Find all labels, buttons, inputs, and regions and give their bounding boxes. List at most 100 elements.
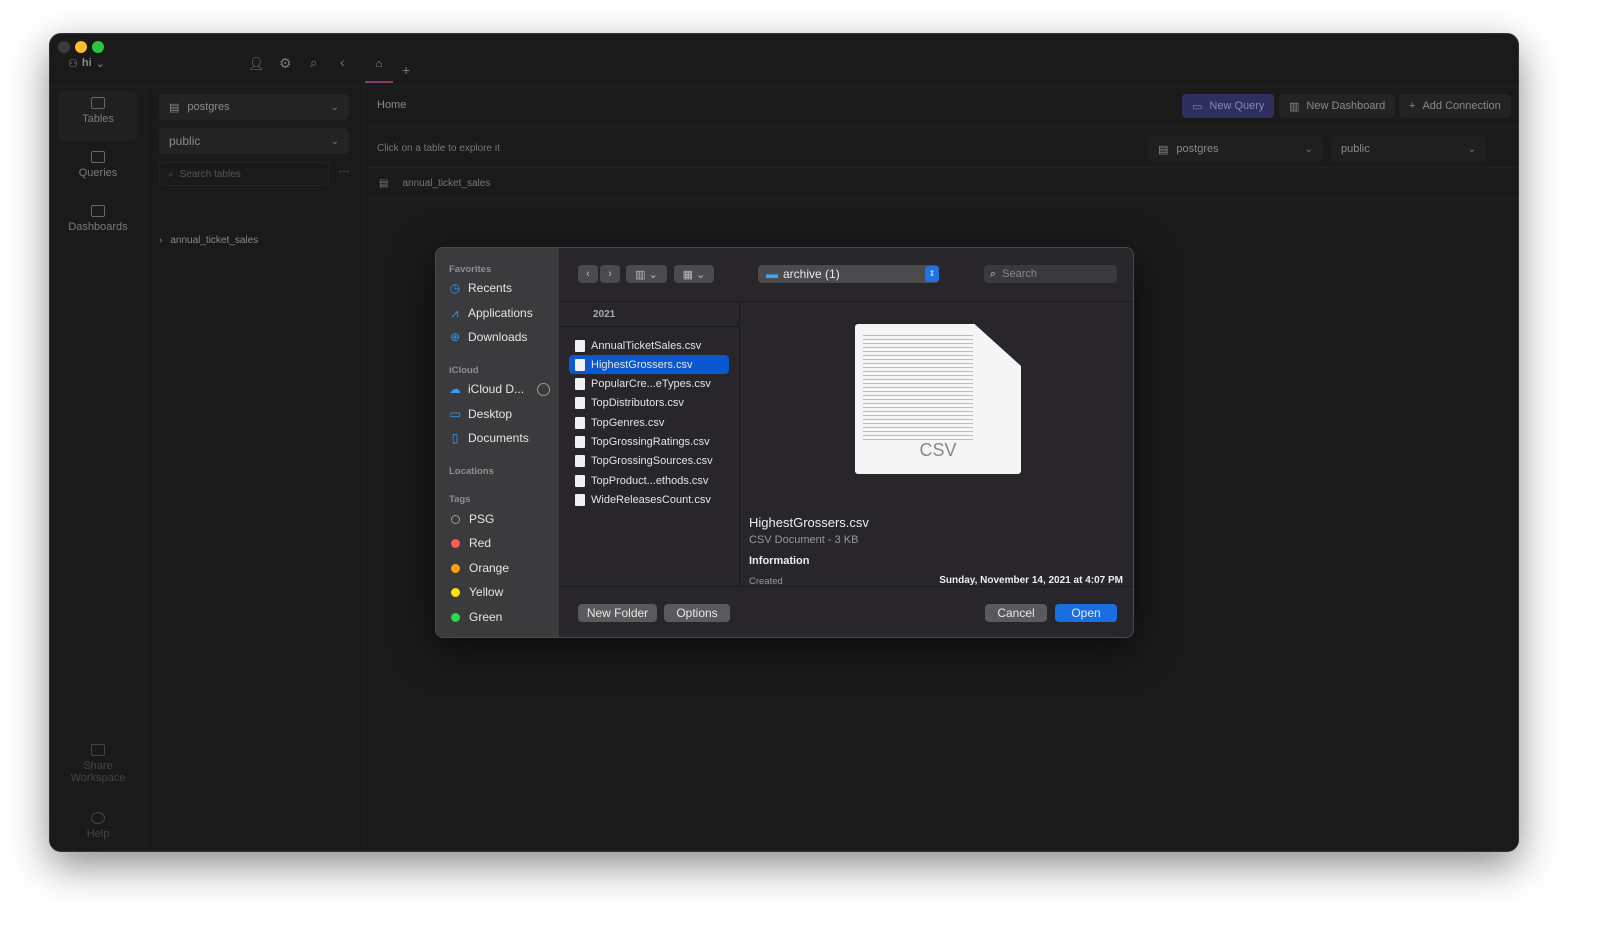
search-icon[interactable]: ⌕ xyxy=(310,55,317,71)
nav-tables[interactable]: Tables xyxy=(58,91,138,141)
tag-yellow[interactable]: Yellow xyxy=(449,583,503,601)
file-item[interactable]: HighestGrossers.csv xyxy=(569,355,729,375)
column-header: 2021 xyxy=(593,309,616,320)
document-icon: ▯ xyxy=(451,431,459,445)
cancel-button[interactable]: Cancel xyxy=(985,604,1047,622)
schema-select[interactable]: public ⌄ xyxy=(159,128,349,154)
explore-hint: Click on a table to explore it xyxy=(377,143,500,154)
new-dashboard-button[interactable]: ▥ New Dashboard xyxy=(1279,94,1396,118)
applications-icon: ⩘ xyxy=(451,305,459,320)
file-item[interactable]: TopProduct...ethods.csv xyxy=(569,471,729,490)
file-item[interactable]: AnnualTicketSales.csv xyxy=(569,336,729,355)
tag-orange[interactable]: Orange xyxy=(449,559,509,577)
database-icon: ▤ xyxy=(1158,143,1169,156)
clock-icon: ◷ xyxy=(449,281,461,295)
chevron-right-icon: › xyxy=(608,268,612,280)
users-icon: ⚇ xyxy=(68,58,78,70)
new-folder-button[interactable]: New Folder xyxy=(578,604,657,622)
tab-home[interactable]: ⌂ xyxy=(365,58,393,83)
file-item[interactable]: TopGenres.csv xyxy=(569,413,729,432)
group-button[interactable]: ▦ ⌄ xyxy=(674,265,714,283)
options-button[interactable]: Options xyxy=(664,604,730,622)
tag-dot-icon xyxy=(451,612,460,622)
file-item[interactable]: TopGrossingRatings.csv xyxy=(569,433,729,452)
new-tab-button[interactable]: + xyxy=(402,62,410,78)
collapse-icon[interactable]: ‹ xyxy=(340,54,345,70)
database-select[interactable]: ▤ postgres ⌄ xyxy=(159,94,349,120)
gear-icon[interactable]: ⚙ xyxy=(279,55,292,72)
share-workspace-button[interactable]: Share Workspace xyxy=(58,738,138,788)
location-popup[interactable]: ▬ archive (1) ⇕ xyxy=(758,265,939,283)
search-input[interactable]: ⌕ Search xyxy=(984,265,1117,283)
file-item[interactable]: TopDistributors.csv xyxy=(569,394,729,413)
minimize-window-button[interactable] xyxy=(75,41,87,53)
chevron-down-icon: ⌄ xyxy=(1304,143,1313,155)
workspace-switcher[interactable]: ⚇ hi ⌄ xyxy=(68,57,105,70)
sidebar-documents[interactable]: ▯ Documents xyxy=(449,429,529,447)
forward-button[interactable]: › xyxy=(600,265,620,283)
info-header: Information xyxy=(749,555,810,567)
sidebar-desktop[interactable]: ▭ Desktop xyxy=(449,405,512,423)
file-icon xyxy=(575,416,585,429)
grid-icon: ▦ ⌄ xyxy=(682,268,706,281)
file-icon xyxy=(575,358,585,371)
file-icon xyxy=(575,493,585,506)
table-list-item[interactable]: ▤ annual_ticket_sales xyxy=(379,178,490,189)
sidebar-icloud-drive[interactable]: ☁ iCloud D... xyxy=(449,380,551,398)
zoom-window-button[interactable] xyxy=(92,41,104,53)
dialog-sidebar: Favorites ◷ Recents ⩘ Applications ⊕ Downlo… xyxy=(436,248,559,637)
terminal-icon: ▭ xyxy=(1192,100,1203,113)
nav-sidebar: Tables Queries Dashboards Share Workspac… xyxy=(50,86,146,851)
help-button[interactable]: Help xyxy=(58,806,138,851)
search-icon: ⌕ xyxy=(168,168,174,180)
updown-icon: ⇕ xyxy=(925,266,939,282)
file-item[interactable]: WideReleasesCount.csv xyxy=(569,490,729,509)
page-title: Home xyxy=(377,99,407,111)
table-tree-item[interactable]: › annual_ticket_sales xyxy=(159,235,258,246)
preview-filename: HighestGrossers.csv xyxy=(749,515,869,530)
main-database-select[interactable]: ▤ postgres ⌄ xyxy=(1148,136,1323,162)
main-schema-select[interactable]: public ⌄ xyxy=(1331,136,1486,162)
tag-red[interactable]: Red xyxy=(449,534,491,552)
file-item[interactable]: PopularCre...eTypes.csv xyxy=(569,375,729,394)
tag-green[interactable]: Green xyxy=(449,608,502,626)
view-mode-button[interactable]: ▥ ⌄ xyxy=(626,265,667,283)
columns-icon: ▥ ⌄ xyxy=(635,268,658,281)
icloud-header: iCloud xyxy=(449,365,479,376)
nav-dashboards[interactable]: Dashboards xyxy=(58,199,138,249)
file-item[interactable]: TopGrossingSources.csv xyxy=(569,452,729,471)
file-icon xyxy=(575,378,585,391)
cloud-icon: ☁ xyxy=(449,382,461,396)
file-icon xyxy=(575,436,585,448)
user-icon[interactable]: 👤︎ xyxy=(248,56,265,72)
file-icon xyxy=(575,339,585,352)
tag-psg[interactable]: PSG xyxy=(449,510,494,528)
close-window-button[interactable] xyxy=(58,41,70,53)
sidebar-applications[interactable]: ⩘ Applications xyxy=(449,304,533,322)
chevron-right-icon: › xyxy=(159,235,163,246)
desktop-icon: ▭ xyxy=(449,407,461,421)
sidebar-downloads[interactable]: ⊕ Downloads xyxy=(449,328,527,346)
download-icon: ⊕ xyxy=(449,330,461,344)
file-icon xyxy=(575,474,585,487)
schema-panel: ▤ postgres ⌄ public ⌄ ⌕ Search tables ··· › a… xyxy=(146,86,364,851)
sidebar-recents[interactable]: ◷ Recents xyxy=(449,279,512,297)
table-icon: ▤ xyxy=(379,178,389,189)
nav-queries[interactable]: Queries xyxy=(58,145,138,195)
back-button[interactable]: ‹ xyxy=(578,265,598,283)
search-tables-input[interactable]: ⌕ Search tables xyxy=(159,162,329,186)
tags-header: Tags xyxy=(449,494,471,505)
file-column: 2021 AnnualTicketSales.csv HighestGrosser… xyxy=(559,302,740,587)
created-value: Sunday, November 14, 2021 at 4:07 PM xyxy=(939,575,1123,586)
file-icon xyxy=(575,397,585,410)
preview-kind: CSV Document - 3 KB xyxy=(749,534,859,546)
add-connection-button[interactable]: + Add Connection xyxy=(1399,94,1511,118)
plus-icon: + xyxy=(1409,100,1416,112)
home-icon: ⌂ xyxy=(375,58,383,70)
more-icon[interactable]: ··· xyxy=(339,166,349,177)
open-button[interactable]: Open xyxy=(1055,604,1117,622)
table-icon xyxy=(91,97,105,109)
help-icon xyxy=(91,812,105,824)
search-icon: ⌕ xyxy=(990,267,997,280)
new-query-button[interactable]: ▭ New Query xyxy=(1182,94,1275,118)
